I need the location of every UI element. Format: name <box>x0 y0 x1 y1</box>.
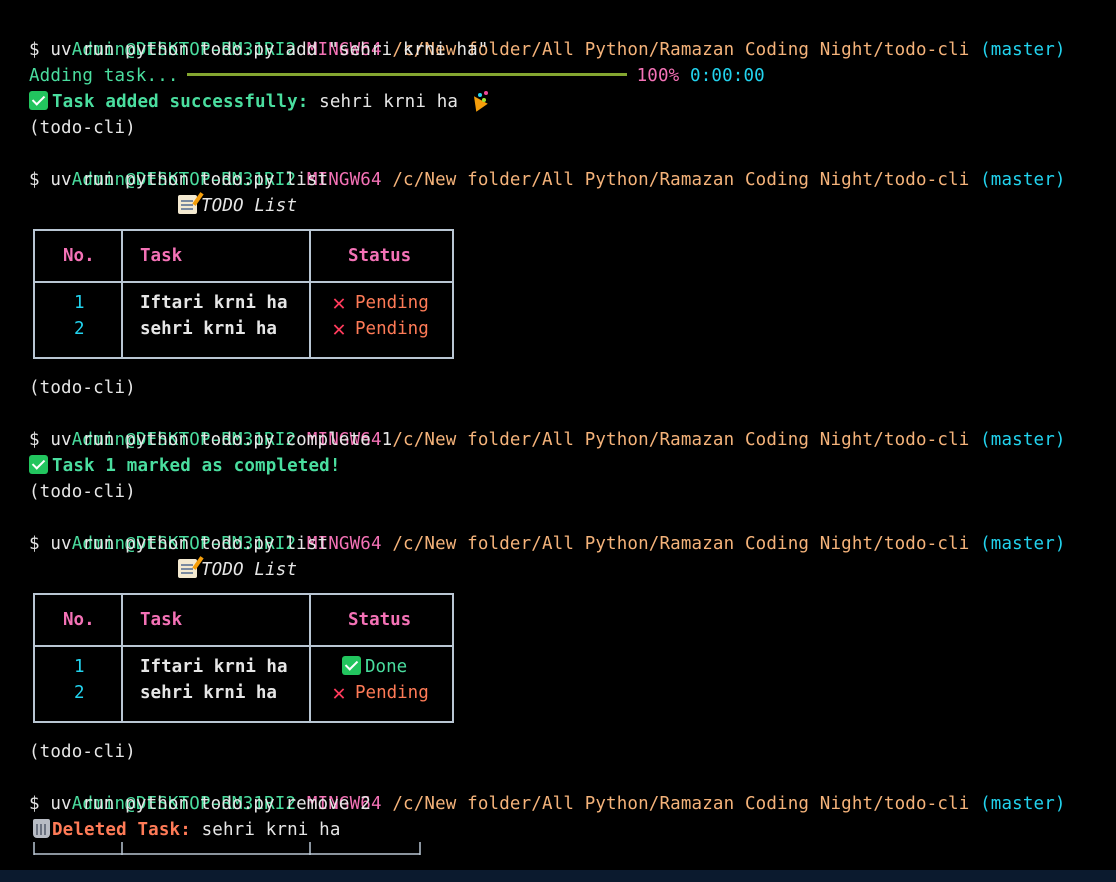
progress-bar <box>186 73 627 76</box>
memo-icon <box>178 195 197 214</box>
prompt-symbol: $ <box>29 170 40 190</box>
completed-message: Task 1 marked as completed! <box>29 453 341 479</box>
command-line: $ uv run python todo.py complete 1 <box>29 427 392 453</box>
wastebasket-icon <box>33 819 50 838</box>
table-header: No. Task Status <box>35 231 452 283</box>
row-task: Iftari krni ha <box>140 293 288 313</box>
prompt-branch: (master) <box>980 794 1066 814</box>
row-task: Iftari krni ha <box>140 657 288 677</box>
command-line: $ uv run python todo.py add "sehri krni … <box>29 37 489 63</box>
command-text: uv run python todo.py remove 2 <box>50 794 371 814</box>
command-line: $ uv run python todo.py remove 2 <box>29 791 371 817</box>
cross-mark-icon: ✕ <box>332 681 346 706</box>
prompt-symbol: $ <box>29 534 40 554</box>
row-number: 2 <box>74 319 85 339</box>
prompt-path: /c/New folder/All Python/Ramazan Coding … <box>392 170 970 190</box>
header-status: Status <box>348 610 412 630</box>
row-task: sehri krni ha <box>140 319 277 339</box>
row-number: 2 <box>74 683 85 703</box>
venv-line: (todo-cli) <box>29 378 136 398</box>
table-title-text: TODO List <box>201 560 298 580</box>
completed-text: Task 1 marked as completed! <box>52 456 341 476</box>
prompt-line: Admin@DESKTOP-RM31RI2 MINGW64 /c/New fol… <box>29 11 1066 60</box>
table-body: 1 Iftari krni ha Done 2 sehri krni ha ✕ P… <box>35 647 452 721</box>
venv-line: (todo-cli) <box>29 742 136 762</box>
prompt-line: Admin@DESKTOP-RM31RI2 MINGW64 /c/New fol… <box>29 141 1066 190</box>
prompt-path: /c/New folder/All Python/Ramazan Coding … <box>392 534 970 554</box>
command-text: uv run python todo.py list <box>50 534 329 554</box>
header-no: No. <box>63 246 95 266</box>
table-partial-border <box>33 842 421 855</box>
deleted-label: Deleted Task: <box>52 820 191 840</box>
row-status: ✕ Pending <box>329 680 428 706</box>
command-text: uv run python todo.py complete 1 <box>50 430 393 450</box>
prompt-symbol: $ <box>29 40 40 60</box>
progress-label: Adding task... <box>29 66 179 86</box>
check-mark-icon <box>342 656 361 675</box>
table-title-text: TODO List <box>201 196 298 216</box>
check-mark-icon <box>29 455 48 474</box>
table-title: TODO List <box>178 557 297 583</box>
command-line: $ uv run python todo.py list <box>29 167 328 193</box>
cross-mark-icon: ✕ <box>332 317 346 342</box>
prompt-symbol: $ <box>29 794 40 814</box>
prompt-path: /c/New folder/All Python/Ramazan Coding … <box>392 794 970 814</box>
memo-icon <box>178 559 197 578</box>
added-label: Task added successfully: <box>52 92 309 112</box>
added-message: Task added successfully: sehri krni ha <box>29 89 492 115</box>
table-title: TODO List <box>178 193 297 219</box>
venv-line: (todo-cli) <box>29 482 136 502</box>
row-status: ✕ Pending <box>329 316 428 342</box>
header-task: Task <box>140 246 183 266</box>
added-value: sehri krni ha <box>319 92 459 112</box>
prompt-path: /c/New folder/All Python/Ramazan Coding … <box>392 430 970 450</box>
row-status: ✕ Pending <box>329 290 428 316</box>
row-number: 1 <box>74 657 85 677</box>
prompt-branch: (master) <box>980 430 1066 450</box>
check-mark-icon <box>29 91 48 110</box>
venv-line: (todo-cli) <box>29 118 136 138</box>
cross-mark-icon: ✕ <box>332 291 346 316</box>
prompt-line: Admin@DESKTOP-RM31RI2 MINGW64 /c/New fol… <box>29 765 1066 814</box>
prompt-symbol: $ <box>29 430 40 450</box>
row-number: 1 <box>74 293 85 313</box>
prompt-branch: (master) <box>980 40 1066 60</box>
header-no: No. <box>63 610 95 630</box>
table-body: 1 Iftari krni ha ✕ Pending 2 sehri krni h… <box>35 283 452 357</box>
command-text: uv run python todo.py add "sehri krni ha… <box>50 40 489 60</box>
table-header: No. Task Status <box>35 595 452 647</box>
progress-line: Adding task... 100% 0:00:00 <box>29 63 765 89</box>
row-status: Done <box>342 654 407 680</box>
deleted-value: sehri krni ha <box>201 820 341 840</box>
row-task: sehri krni ha <box>140 683 277 703</box>
terminal-window[interactable]: Admin@DESKTOP-RM31RI2 MINGW64 /c/New fol… <box>0 0 1116 870</box>
command-line: $ uv run python todo.py list <box>29 531 328 557</box>
prompt-line: Admin@DESKTOP-RM31RI2 MINGW64 /c/New fol… <box>29 401 1066 450</box>
deleted-message: Deleted Task: sehri krni ha <box>33 817 341 843</box>
progress-time: 0:00:00 <box>690 66 765 86</box>
prompt-branch: (master) <box>980 170 1066 190</box>
progress-percent: 100% <box>636 66 680 86</box>
header-task: Task <box>140 610 183 630</box>
command-text: uv run python todo.py list <box>50 170 329 190</box>
prompt-branch: (master) <box>980 534 1066 554</box>
prompt-line: Admin@DESKTOP-RM31RI2 MINGW64 /c/New fol… <box>29 505 1066 554</box>
status-bar <box>0 870 1116 882</box>
party-popper-icon <box>469 91 488 110</box>
header-status: Status <box>348 246 412 266</box>
